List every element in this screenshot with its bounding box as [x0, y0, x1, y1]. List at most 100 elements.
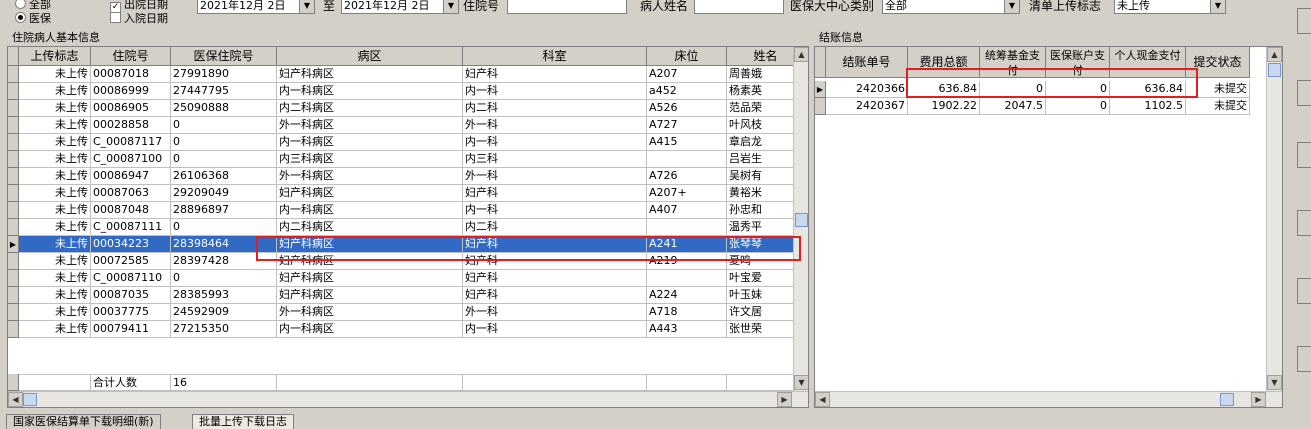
column-header[interactable]: 费用总额	[908, 47, 980, 78]
patient-name-input[interactable]	[694, 0, 784, 14]
table-cell: 0	[1046, 81, 1110, 98]
row-indicator	[8, 219, 19, 236]
scroll-thumb[interactable]	[795, 213, 808, 227]
tab-batch-upload-log[interactable]: 批量上传下载日志	[192, 414, 294, 429]
table-cell: 636.84	[1110, 81, 1186, 98]
table-cell: 00087035	[91, 287, 171, 304]
checkbox-discharge-date[interactable]: ✓ 出院日期	[110, 0, 190, 13]
column-header[interactable]: 个人现金支付	[1110, 47, 1186, 78]
table-cell: A207	[647, 66, 727, 83]
table-cell: 妇产科病区	[277, 66, 463, 83]
admission-no-input[interactable]	[507, 0, 627, 14]
row-pointer-icon: ▶	[8, 236, 19, 253]
side-button[interactable]	[1297, 278, 1311, 304]
radio-medical[interactable]: 医保	[15, 10, 75, 25]
row-indicator	[8, 374, 19, 391]
radio-all[interactable]: 全部	[15, 0, 75, 11]
scroll-right-icon[interactable]: ▶	[1251, 392, 1266, 407]
table-cell: 00087048	[91, 202, 171, 219]
side-button[interactable]	[1297, 80, 1311, 106]
column-header[interactable]: 医保住院号	[171, 47, 277, 66]
scroll-down-icon[interactable]: ▼	[794, 375, 808, 390]
checkbox-admit-date[interactable]: 入院日期	[110, 10, 190, 25]
table-cell: 1902.22	[908, 98, 980, 115]
table-cell: 内一科病区	[277, 321, 463, 338]
scroll-left-icon[interactable]: ◀	[8, 392, 23, 407]
table-cell: 未上传	[19, 287, 91, 304]
scroll-right-icon[interactable]: ▶	[777, 392, 792, 407]
column-header[interactable]: 病区	[277, 47, 463, 66]
side-button[interactable]	[1297, 210, 1311, 236]
column-header[interactable]: 统筹基金支付	[980, 47, 1046, 78]
table-cell: 0	[171, 117, 277, 134]
table-cell: 妇产科	[463, 236, 647, 253]
scroll-left-icon[interactable]: ◀	[815, 392, 830, 407]
center-category-select[interactable]: 全部 ▼	[882, 0, 1020, 14]
dropdown-arrow-icon[interactable]: ▼	[443, 0, 458, 13]
dropdown-arrow-icon[interactable]: ▼	[1210, 0, 1225, 13]
settlement-grid-vscroll[interactable]: ▲ ▼	[1266, 47, 1282, 391]
row-indicator	[8, 134, 19, 151]
row-indicator	[8, 66, 19, 83]
table-cell: 00087063	[91, 185, 171, 202]
dropdown-arrow-icon[interactable]: ▼	[299, 0, 314, 13]
table-cell	[647, 151, 727, 168]
scroll-thumb[interactable]	[23, 393, 37, 406]
column-header[interactable]: 提交状态	[1186, 47, 1250, 78]
table-cell: a452	[647, 83, 727, 100]
table-cell: A726	[647, 168, 727, 185]
settlement-grid-hscroll[interactable]: ◀ ▶	[815, 391, 1282, 407]
table-cell: 妇产科	[463, 66, 647, 83]
scroll-up-icon[interactable]: ▲	[1267, 47, 1282, 62]
footer-cell	[19, 374, 91, 391]
date-to-picker[interactable]: 2021年12月 2日 ▼	[341, 0, 459, 14]
table-cell: A407	[647, 202, 727, 219]
column-header[interactable]: 结账单号	[826, 47, 908, 78]
column-header[interactable]: 医保账户支付	[1046, 47, 1110, 78]
column-header[interactable]: 住院号	[91, 47, 171, 66]
patient-grid: 上传标志 住院号 医保住院号 病区 科室 床位 姓名 未上传 00087018 27991890…	[7, 46, 809, 408]
row-indicator	[8, 321, 19, 338]
scroll-thumb[interactable]	[1268, 63, 1281, 77]
upload-flag-select[interactable]: 未上传 ▼	[1114, 0, 1226, 14]
footer-cell	[647, 374, 727, 391]
table-cell: 未上传	[19, 185, 91, 202]
column-header[interactable]: 床位	[647, 47, 727, 66]
date-from-picker[interactable]: 2021年12月 2日 ▼	[197, 0, 315, 14]
scroll-thumb[interactable]	[1220, 393, 1234, 406]
patient-grid-hscroll[interactable]: ◀ ▶	[8, 391, 808, 407]
scroll-up-icon[interactable]: ▲	[794, 47, 808, 62]
table-cell: 00028858	[91, 117, 171, 134]
table-cell: 未上传	[19, 253, 91, 270]
table-cell: 外一科病区	[277, 304, 463, 321]
table-cell: A727	[647, 117, 727, 134]
table-cell: 0	[171, 151, 277, 168]
filter-bar: 全部 医保 ✓ 出院日期 入院日期 2021年12月 2日 ▼ 至 2021年12月…	[0, 0, 1311, 30]
side-button[interactable]	[1297, 346, 1311, 372]
scroll-down-icon[interactable]: ▼	[1267, 375, 1282, 390]
table-cell: 妇产科病区	[277, 287, 463, 304]
row-indicator	[8, 185, 19, 202]
admission-no-label: 住院号	[463, 0, 500, 13]
left-panel-title: 住院病人基本信息	[12, 31, 100, 44]
column-header[interactable]: 科室	[463, 47, 647, 66]
tab-settlement-download[interactable]: 国家医保结算单下载明细(新)	[6, 414, 161, 429]
table-cell: 27991890	[171, 66, 277, 83]
table-cell: A526	[647, 100, 727, 117]
side-button[interactable]	[1297, 142, 1311, 168]
table-cell: 0	[171, 134, 277, 151]
table-cell: 1102.5	[1110, 98, 1186, 115]
table-cell: 未上传	[19, 219, 91, 236]
row-indicator	[8, 287, 19, 304]
table-cell: 内一科病区	[277, 134, 463, 151]
dropdown-arrow-icon[interactable]: ▼	[1004, 0, 1019, 13]
table-cell: 27215350	[171, 321, 277, 338]
table-cell: 00087018	[91, 66, 171, 83]
row-indicator	[8, 202, 19, 219]
patient-grid-vscroll[interactable]: ▲ ▼	[793, 47, 808, 391]
column-header[interactable]: 上传标志	[19, 47, 91, 66]
table-cell: 妇产科	[463, 287, 647, 304]
date-to-label: 至	[323, 0, 336, 13]
table-cell: 2420367	[826, 98, 908, 115]
side-button[interactable]	[1297, 8, 1311, 34]
